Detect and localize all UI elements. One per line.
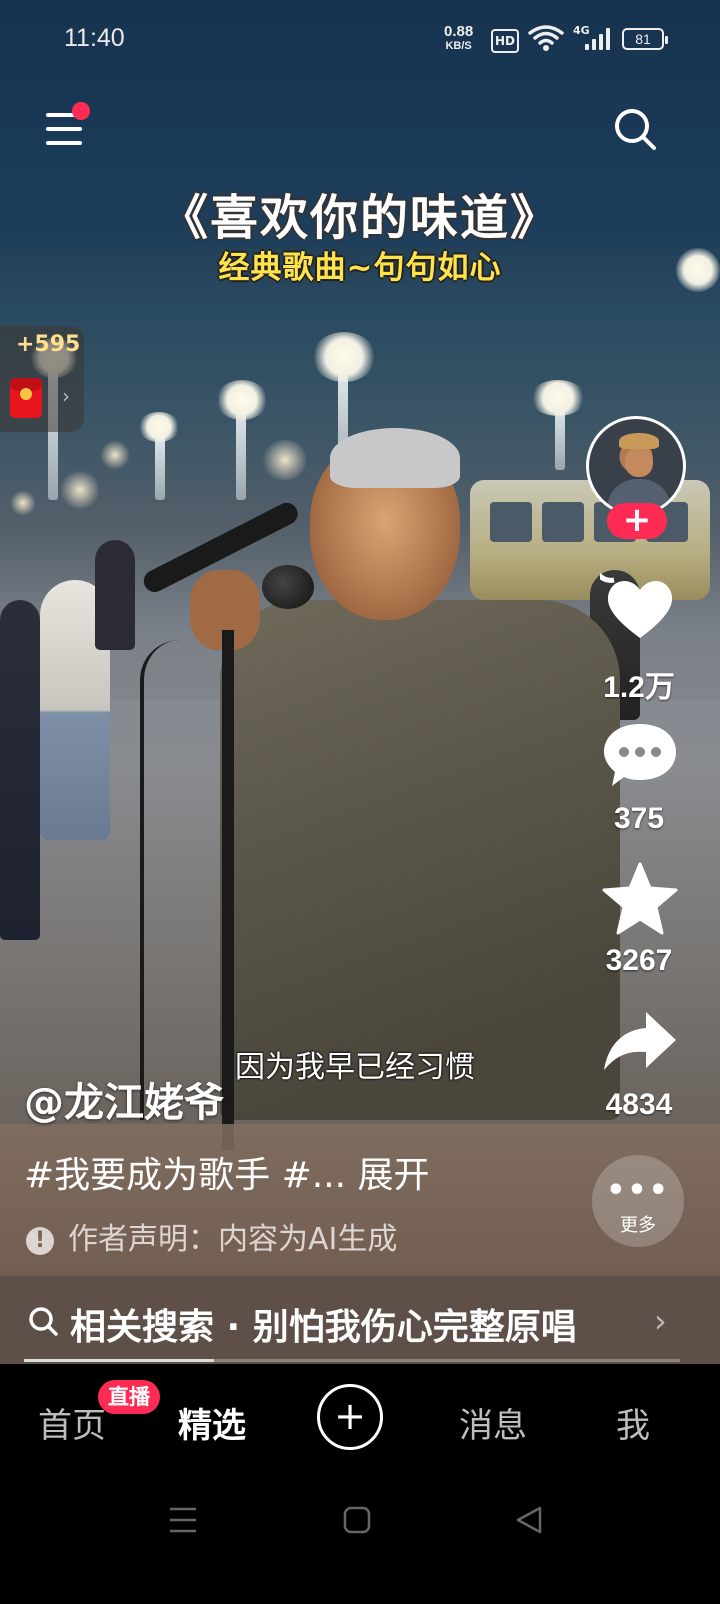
favorite-star-icon[interactable] [600,860,680,938]
nav-messages[interactable]: 消息 [459,1398,527,1447]
nav-home[interactable]: 首页 [38,1398,106,1447]
lamp-light [530,380,586,416]
nav-featured[interactable]: 精选 [178,1398,246,1447]
recent-apps-icon[interactable] [168,1500,198,1540]
comment-count: 375 [613,802,665,835]
bystander [95,540,135,650]
follow-button[interactable]: + [607,503,667,539]
bokeh-light [60,470,100,510]
lamp-light [312,332,376,382]
create-button[interactable]: + [317,1384,383,1450]
ai-declaration: ! 作者声明：内容为AI生成 [26,1214,397,1258]
more-button[interactable]: ••• 更多 [592,1155,684,1247]
author-name[interactable]: @龙江姥爷 [24,1070,224,1128]
related-search-text[interactable]: 相关搜索 · 别怕我伤心完整原唱 [70,1298,577,1350]
chevron-right-icon: › [62,384,70,408]
network-speed-value: 0.88 [444,23,474,40]
live-badge: 直播 [98,1380,160,1414]
bystander [0,600,40,940]
video-subtitle: 经典歌曲~句句如心 [218,250,502,286]
ai-declaration-text: 作者声明：内容为AI生成 [68,1222,398,1257]
video-title: 《喜欢你的味道》 [159,190,560,246]
network-speed-unit: KB/S [445,40,472,52]
network-speed: 0.88 KB/S [444,24,473,54]
lamp-light [216,380,268,420]
favorite-count: 3267 [605,944,673,977]
video-progress-fill [24,1359,215,1362]
search-icon [29,1307,58,1336]
search-icon[interactable] [612,106,658,152]
nav-me[interactable]: 我 [616,1398,650,1447]
hd-icon: HD [491,29,519,53]
info-icon: ! [26,1226,54,1255]
bokeh-light [10,490,36,516]
chevron-right-icon: › [654,1302,667,1340]
status-time: 11:40 [64,24,125,52]
back-icon[interactable] [514,1500,544,1540]
screen: 11:40 0.88 KB/S HD 4G 81 《喜欢你的味道》 经典歌曲~句… [0,0,720,1604]
signal-icon [585,28,611,50]
singer-hair [330,428,460,488]
like-heart-icon[interactable] [600,568,680,648]
comment-icon[interactable] [600,718,680,792]
battery-icon: 81 [622,28,668,50]
share-count: 4834 [605,1088,673,1121]
notification-dot [72,102,90,120]
red-packet-amount: +595 [16,332,81,357]
video-progress-bar[interactable] [24,1359,680,1362]
more-label: 更多 [620,1215,656,1236]
like-count: 1.2万 [603,671,675,704]
bokeh-light [100,440,130,470]
lamp-light [138,412,180,442]
more-icon: ••• [606,1173,670,1208]
red-packet-icon[interactable] [10,378,42,418]
home-icon[interactable] [342,1500,372,1540]
status-bar: 11:40 0.88 KB/S HD 4G 81 [0,0,720,80]
microphone-head [262,565,314,609]
wifi-icon [528,25,564,51]
video-description[interactable]: #我要成为歌手 #... 展开 [24,1146,430,1198]
